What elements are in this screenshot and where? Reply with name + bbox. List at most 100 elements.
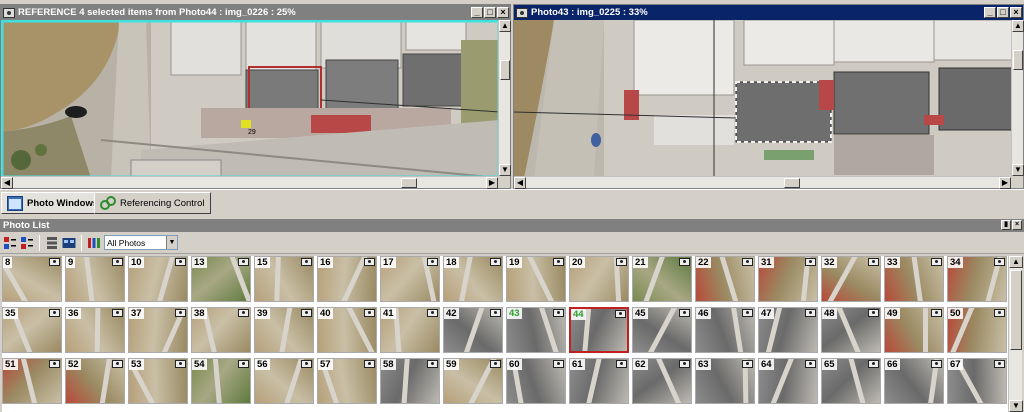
photo-thumbnail[interactable]: 61 — [569, 358, 629, 404]
aerial-photo-left[interactable]: 29 — [1, 20, 498, 176]
photo-thumbnail[interactable]: 32 — [821, 256, 881, 302]
photo-thumbnail[interactable]: 31 — [758, 256, 818, 302]
photo-thumbnail[interactable]: 51 — [2, 358, 62, 404]
photo-thumbnail[interactable]: 13 — [191, 256, 251, 302]
photo-thumbnail[interactable]: 47 — [758, 307, 818, 353]
tab-referencing-control[interactable]: Referencing Control — [94, 192, 211, 214]
left-hscrollbar[interactable]: ◀ ▶ — [1, 176, 498, 189]
scroll-down-arrow-icon[interactable]: ▼ — [499, 164, 511, 176]
scroll-right-arrow-icon[interactable]: ▶ — [486, 177, 498, 189]
photo-thumbnail[interactable]: 65 — [821, 358, 881, 404]
photo-thumbnail[interactable]: 60 — [506, 358, 566, 404]
scroll-up-arrow-icon[interactable]: ▲ — [1012, 20, 1024, 32]
photo-thumbnail[interactable]: 8 — [2, 256, 62, 302]
photo-number: 16 — [318, 257, 333, 268]
photo-thumbnail[interactable]: 59 — [443, 358, 503, 404]
photo-thumbnail[interactable]: 39 — [254, 307, 314, 353]
chevron-down-icon[interactable]: ▼ — [166, 236, 177, 249]
scroll-down-arrow-icon[interactable]: ▼ — [1012, 164, 1024, 176]
photo-thumbnail[interactable]: 33 — [884, 256, 944, 302]
scroll-right-arrow-icon[interactable]: ▶ — [999, 177, 1011, 189]
photo-thumbnail[interactable]: 56 — [254, 358, 314, 404]
photo-thumbnail-grid[interactable]: 8 9 10 13 15 16 17 18 19 20 21 22 31 32 33 34 35 36 37 38 39… — [2, 256, 1008, 412]
aerial-photo-right[interactable] — [514, 20, 1011, 176]
photo-thumbnail[interactable]: 38 — [191, 307, 251, 353]
photo-thumbnail[interactable]: 66 — [884, 358, 944, 404]
left-window-titlebar[interactable]: REFERENCE 4 selected items from Photo44 … — [1, 5, 510, 20]
scroll-thumb[interactable] — [500, 60, 510, 80]
close-button[interactable]: × — [1010, 7, 1022, 18]
right-vscrollbar[interactable]: ▲ ▼ — [1011, 20, 1024, 176]
photo-thumbnail[interactable]: 15 — [254, 256, 314, 302]
scroll-thumb[interactable] — [401, 178, 417, 188]
tab-photo-windows[interactable]: Photo Windows — [1, 192, 105, 214]
photo-thumbnail[interactable]: 34 — [947, 256, 1007, 302]
maximize-button[interactable]: □ — [997, 7, 1009, 18]
photo-thumbnail[interactable]: 58 — [380, 358, 440, 404]
toolbar-separator — [39, 234, 40, 251]
thumbnail-road — [835, 308, 864, 352]
minimize-button[interactable]: _ — [984, 7, 996, 18]
left-photo-window[interactable]: REFERENCE 4 selected items from Photo44 … — [0, 4, 511, 189]
photo-thumbnail[interactable]: 45 — [632, 307, 692, 353]
photo-thumbnail[interactable]: 50 — [947, 307, 1007, 353]
scroll-left-arrow-icon[interactable]: ◀ — [514, 177, 526, 189]
scroll-down-arrow-icon[interactable]: ▼ — [1009, 400, 1023, 412]
left-vscrollbar[interactable]: ▲ ▼ — [498, 20, 511, 176]
photo-thumbnail[interactable]: 40 — [317, 307, 377, 353]
photo-list-vscrollbar[interactable]: ▲ ▼ — [1008, 256, 1023, 412]
photo-thumbnail[interactable]: 20 — [569, 256, 629, 302]
photo-number: 17 — [381, 257, 396, 268]
photo-thumbnail[interactable]: 67 — [947, 358, 1007, 404]
photo-thumbnail[interactable]: 52 — [65, 358, 125, 404]
photo-thumbnail[interactable]: 54 — [191, 358, 251, 404]
photo-number: 57 — [318, 359, 333, 370]
photo-thumbnail[interactable]: 18 — [443, 256, 503, 302]
right-hscrollbar[interactable]: ◀ ▶ — [514, 176, 1011, 189]
photo-thumbnail[interactable]: 57 — [317, 358, 377, 404]
photo-thumbnail[interactable]: 42 — [443, 307, 503, 353]
photo-thumbnail[interactable]: 62 — [632, 358, 692, 404]
photo-thumbnail[interactable]: 22 — [695, 256, 755, 302]
photo-thumbnail[interactable]: 49 — [884, 307, 944, 353]
remove-photos-icon[interactable] — [20, 236, 34, 250]
photo-thumbnail[interactable]: 44 — [569, 307, 629, 353]
photo-thumbnail[interactable]: 43 — [506, 307, 566, 353]
photo-thumbnail[interactable]: 64 — [758, 358, 818, 404]
left-photo-view[interactable]: 29 — [1, 20, 498, 176]
minimize-button[interactable]: _ — [471, 7, 483, 18]
photo-thumbnail[interactable]: 10 — [128, 256, 188, 302]
photo-thumbnail[interactable]: 53 — [128, 358, 188, 404]
photo-thumbnail[interactable]: 35 — [2, 307, 62, 353]
photo-thumbnail[interactable]: 46 — [695, 307, 755, 353]
close-button[interactable]: × — [497, 7, 509, 18]
photo-thumbnail[interactable]: 9 — [65, 256, 125, 302]
photo-number: 34 — [948, 257, 963, 268]
maximize-button[interactable]: □ — [484, 7, 496, 18]
photo-thumbnail[interactable]: 48 — [821, 307, 881, 353]
scroll-left-arrow-icon[interactable]: ◀ — [1, 177, 13, 189]
close-button[interactable]: × — [1012, 220, 1022, 230]
scroll-thumb[interactable] — [1010, 270, 1022, 350]
right-photo-window[interactable]: Photo43 : img_0225 : 33% _ □ × ◀ ▶ ▲ ▼ — [513, 4, 1024, 189]
photo-filter-select[interactable]: All Photos ▼ — [104, 235, 178, 250]
scroll-up-arrow-icon[interactable]: ▲ — [499, 20, 511, 32]
photo-thumbnail[interactable]: 63 — [695, 358, 755, 404]
add-photos-icon[interactable] — [3, 236, 17, 250]
photo-thumbnail[interactable]: 36 — [65, 307, 125, 353]
list-view-icon[interactable] — [45, 236, 59, 250]
photo-thumbnail[interactable]: 21 — [632, 256, 692, 302]
right-photo-view[interactable] — [514, 20, 1011, 176]
photo-thumbnail[interactable]: 37 — [128, 307, 188, 353]
right-window-titlebar[interactable]: Photo43 : img_0225 : 33% _ □ × — [514, 5, 1023, 20]
pin-button[interactable]: ▮ — [1001, 220, 1011, 230]
photo-thumbnail[interactable]: 19 — [506, 256, 566, 302]
scroll-up-arrow-icon[interactable]: ▲ — [1009, 256, 1023, 268]
photo-thumbnail[interactable]: 17 — [380, 256, 440, 302]
scroll-thumb[interactable] — [784, 178, 800, 188]
scroll-thumb[interactable] — [1013, 50, 1023, 70]
photo-number: 21 — [633, 257, 648, 268]
photo-thumbnail[interactable]: 16 — [317, 256, 377, 302]
thumbnail-view-icon[interactable] — [62, 236, 76, 250]
photo-thumbnail[interactable]: 41 — [380, 307, 440, 353]
